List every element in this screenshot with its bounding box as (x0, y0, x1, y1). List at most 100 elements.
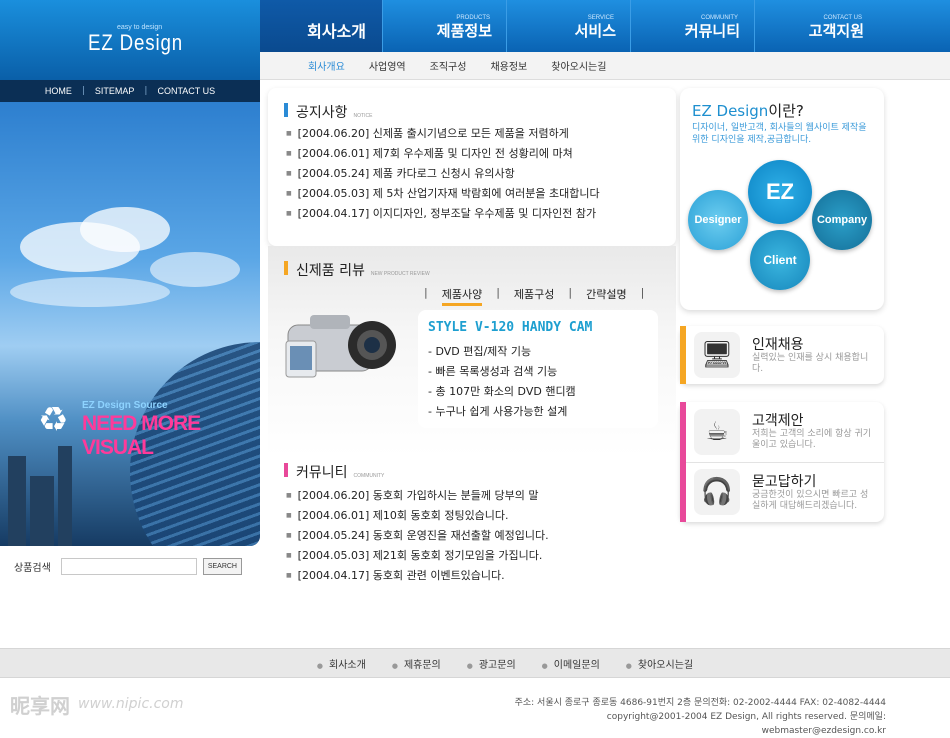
page: easy to design EZ Design HOME | SITEMAP … (0, 0, 950, 736)
nav-community[interactable]: COMMUNITY 커뮤니티 (630, 0, 754, 52)
footer-link-location[interactable]: 찾아오시는길 (626, 656, 693, 671)
spec-item: 빠른 목록생성과 검색 기능 (428, 362, 576, 382)
tab-composition[interactable]: 제품구성 (514, 286, 554, 306)
nav-label: 커뮤니티 (684, 22, 740, 40)
community-section: 커뮤니티 COMMUNITY [2004.06.20] 동호회 가입하시는 분들… (268, 456, 676, 648)
nav-support[interactable]: CONTACT US 고객지원 (754, 0, 878, 52)
about-title: EZ Design이란? (692, 102, 804, 120)
community-title: 커뮤니티 (296, 465, 348, 481)
divider: | (144, 86, 148, 96)
nav-service[interactable]: SERVICE 서비스 (506, 0, 630, 52)
footer-link-partnership[interactable]: 제휴문의 (392, 656, 441, 671)
notice-heading: 공지사항 NOTICE (284, 102, 372, 122)
card-suggestion[interactable]: ☕ 고객제안 저희는 고객의 소리에 항상 귀기울이고 있습니다. (680, 402, 884, 462)
contact-us-link[interactable]: CONTACT US (157, 86, 215, 96)
circle-designer: Designer (688, 190, 748, 250)
search-label: 상품검색 (14, 563, 51, 574)
headset-icon: 🎧 (694, 469, 740, 515)
hero-title: NEED MORE VISUAL (82, 412, 201, 459)
notice-list: [2004.06.20] 신제품 출시기념으로 모든 제품을 저렴하게 [200… (286, 124, 600, 224)
product-spec-list: DVD 편집/제작 기능 빠른 목록생성과 검색 기능 총 107만 화소의 D… (428, 342, 576, 422)
product-spec-box: STYLE V-120 HANDY CAM DVD 편집/제작 기능 빠른 목록… (418, 310, 658, 428)
notice-item[interactable]: [2004.05.24] 제품 카다로그 신청시 유의사항 (286, 164, 600, 184)
subnav-overview[interactable]: 회사개요 (308, 58, 345, 73)
subnav-business[interactable]: 사업영역 (369, 58, 406, 73)
card-title: 묻고답하기 (752, 474, 817, 490)
watermark-logo: 昵享网 (10, 694, 70, 718)
card-recruit[interactable]: 🖥 인재채용 실력있는 인재를 상시 채용합니다. (680, 326, 884, 384)
card-desc: 저희는 고객의 소리에 항상 귀기울이고 있습니다. (752, 429, 872, 450)
community-item[interactable]: [2004.05.24] 동호회 운영진을 재선출할 예정입니다. (286, 526, 549, 546)
watermark-url: www.nipic.com (78, 696, 184, 712)
hero-source: EZ Design Source (82, 400, 168, 411)
tab-summary[interactable]: 간략설명 (586, 286, 626, 306)
footer-link-advertising[interactable]: 광고문의 (467, 656, 516, 671)
footer-address: 주소: 서울시 종로구 종로동 4686-91번지 2층 문의전화: 02-20… (514, 698, 886, 708)
notice-item[interactable]: [2004.06.20] 신제품 출시기념으로 모든 제품을 저렴하게 (286, 124, 600, 144)
subnav-organization[interactable]: 조직구성 (430, 58, 467, 73)
heading-bar (284, 103, 288, 117)
about-ez-design[interactable]: EZ Design이란? 디자이너, 일반고객, 회사들의 웹사이트 제작을 위… (680, 88, 884, 310)
community-title-en: COMMUNITY (353, 473, 385, 479)
circle-client: Client (750, 230, 810, 290)
card-qna[interactable]: 🎧 묻고답하기 궁금한것이 있으시면 빠르고 성실하게 대답해드리겠습니다. (680, 462, 884, 522)
nav-label: 고객지원 (808, 22, 864, 40)
customer-cards: ☕ 고객제안 저희는 고객의 소리에 항상 귀기울이고 있습니다. 🎧 묻고답하… (680, 402, 884, 522)
nav-products[interactable]: PRODUCTS 제품정보 (382, 0, 506, 52)
footer-nav: 회사소개 제휴문의 광고문의 이메일문의 찾아오시는길 (0, 648, 950, 678)
sub-nav: 회사개요 사업영역 조직구성 채용정보 찾아오시는길 (260, 52, 950, 80)
subnav-location[interactable]: 찾아오시는길 (551, 58, 606, 73)
sitemap-link[interactable]: SITEMAP (95, 86, 135, 96)
spec-item: 총 107만 화소의 DVD 핸디캠 (428, 382, 575, 402)
community-item[interactable]: [2004.04.17] 동호회 관련 이벤트있습니다. (286, 566, 549, 586)
heading-bar (284, 463, 288, 477)
circle-company: Company (812, 190, 872, 250)
main-content: 공지사항 NOTICE [2004.06.20] 신제품 출시기념으로 모든 제… (268, 88, 676, 648)
notice-item[interactable]: [2004.04.17] 이지디자인, 정부조달 우수제품 및 디자인전 참가 (286, 204, 600, 224)
cup-icon: ☕ (694, 409, 740, 455)
camcorder-image[interactable] (280, 301, 404, 391)
community-heading: 커뮤니티 COMMUNITY (284, 462, 384, 482)
top-utility-nav: HOME | SITEMAP | CONTACT US (0, 80, 260, 102)
nav-company[interactable]: 회사소개 (260, 0, 382, 52)
logo: EZ Design (88, 30, 183, 55)
community-item[interactable]: [2004.05.03] 제21회 동호회 정기모임을 가집니다. (286, 546, 549, 566)
search-button[interactable]: SEARCH (202, 558, 242, 575)
card-desc: 실력있는 인재를 상시 채용합니다. (752, 353, 869, 374)
footer-link-email[interactable]: 이메일문의 (542, 656, 600, 671)
card-desc: 궁금한것이 있으시면 빠르고 성실하게 대답해드리겠습니다. (752, 490, 869, 511)
product-tabs: | 제품사양 | 제품구성 | 간략설명 | (424, 286, 644, 306)
search-input[interactable] (60, 558, 197, 575)
card-title: 인재채용 (752, 337, 804, 353)
home-link[interactable]: HOME (45, 86, 72, 96)
notice-section: 공지사항 NOTICE [2004.06.20] 신제품 출시기념으로 모든 제… (268, 88, 676, 246)
footer-copyright: copyright@2001-2004 EZ Design, All right… (606, 712, 886, 736)
footer-link-company[interactable]: 회사소개 (317, 656, 366, 671)
community-item[interactable]: [2004.06.20] 동호회 가입하시는 분들께 당부의 말 (286, 486, 549, 506)
community-list: [2004.06.20] 동호회 가입하시는 분들께 당부의 말 [2004.0… (286, 486, 549, 586)
product-search: 상품검색 SEARCH (14, 558, 242, 575)
hero-banner: ♻ EZ Design Source NEED MORE VISUAL (0, 102, 260, 546)
nav-label: 서비스 (574, 22, 616, 40)
notice-item[interactable]: [2004.05.03] 제 5차 산업기자재 박람회에 여러분을 초대합니다 (286, 184, 600, 204)
product-title: 신제품 리뷰 (296, 263, 365, 279)
notice-title: 공지사항 (296, 105, 348, 121)
notice-item[interactable]: [2004.06.01] 제7회 우수제품 및 디자인 전 성황리에 마쳐 (286, 144, 600, 164)
footer-info: 주소: 서울시 종로구 종로동 4686-91번지 2층 문의전화: 02-20… (490, 696, 886, 738)
product-model-name: STYLE V-120 HANDY CAM (428, 320, 593, 335)
card-accent (680, 326, 686, 384)
monitor-icon: 🖥 (694, 332, 740, 378)
circle-ez: EZ (748, 160, 812, 224)
subnav-recruit[interactable]: 채용정보 (490, 58, 527, 73)
spec-item: DVD 편집/제작 기능 (428, 342, 576, 362)
notice-title-en: NOTICE (353, 113, 373, 119)
spec-item: 누구나 쉽게 사용가능한 설계 (428, 402, 576, 422)
tab-spec[interactable]: 제품사양 (441, 286, 483, 306)
product-title-en: NEW PRODUCT REVIEW (370, 271, 430, 277)
logo-area[interactable]: easy to design EZ Design (0, 0, 260, 80)
about-description: 디자이너, 일반고객, 회사들의 웹사이트 제작을 위한 디자인을 제작,공급합… (692, 123, 867, 145)
recycle-icon: ♻ (38, 400, 69, 440)
heading-bar (284, 261, 288, 275)
community-item[interactable]: [2004.06.01] 제10회 동호회 정팅있습니다. (286, 506, 549, 526)
nav-label: 회사소개 (307, 22, 366, 41)
